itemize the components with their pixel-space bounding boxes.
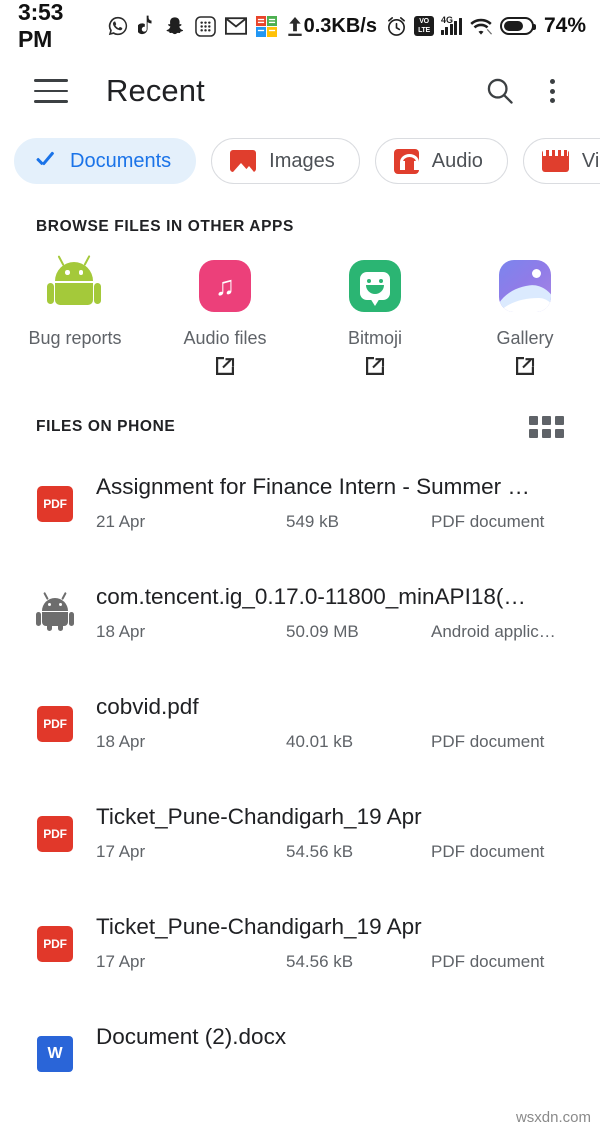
external-link-icon xyxy=(514,355,536,382)
file-badge-label: PDF xyxy=(37,486,73,522)
file-badge-label: PDF xyxy=(37,926,73,962)
volte-icon: VO LTE xyxy=(413,16,434,36)
files-section-header: FILES ON PHONE xyxy=(0,382,600,438)
file-name: com.tencent.ig_0.17.0-11800_minAPI18(… xyxy=(96,584,526,609)
table-row[interactable]: PDF Ticket_Pune-Chandigarh_19 Apr 17 Apr… xyxy=(0,894,600,1004)
chip-label: Documents xyxy=(70,149,172,172)
pdf-file-icon: PDF xyxy=(36,912,74,962)
file-name: cobvid.pdf xyxy=(96,694,199,719)
phone-screen: 3:53 PM 0.3KB/s VO LTE 4G 74% Recent Doc… xyxy=(0,0,600,1133)
file-date: 17 Apr xyxy=(96,842,146,861)
battery-icon xyxy=(499,17,536,35)
file-date: 17 Apr xyxy=(96,952,146,971)
file-date: 18 Apr xyxy=(96,732,146,751)
files-section-title: FILES ON PHONE xyxy=(36,418,176,435)
filter-chip-images[interactable]: Images xyxy=(211,138,360,184)
external-link-icon xyxy=(214,355,236,382)
msoffice-icon xyxy=(255,15,277,37)
file-type: Android applic… xyxy=(431,622,556,641)
app-shortcut-label: Bug reports xyxy=(28,328,122,348)
gmail-icon xyxy=(224,17,247,35)
network-speed-label: 0.3KB/s xyxy=(303,14,377,37)
chip-label: Audio xyxy=(431,149,483,172)
watermark: wsxdn.com xyxy=(512,1108,594,1127)
file-date: 21 Apr xyxy=(96,512,146,531)
gallery-photo-icon xyxy=(499,260,551,312)
file-type: PDF document xyxy=(431,732,545,751)
filter-chip-documents[interactable]: Documents xyxy=(14,138,197,184)
table-row[interactable]: PDF cobvid.pdf 18 Apr 40.01 kB PDF docum… xyxy=(0,674,600,784)
file-list: PDF Assignment for Finance Intern - Summ… xyxy=(0,454,600,1114)
status-bar: 3:53 PM 0.3KB/s VO LTE 4G 74% xyxy=(0,0,600,52)
search-icon xyxy=(487,78,513,104)
app-bar: Recent xyxy=(0,52,600,130)
pdf-file-icon: PDF xyxy=(36,472,74,522)
file-type: PDF document xyxy=(431,952,545,971)
file-name: Ticket_Pune-Chandigarh_19 Apr xyxy=(96,804,422,829)
filter-chip-audio[interactable]: Audio xyxy=(374,138,508,184)
keypad-icon xyxy=(194,15,216,37)
alarm-icon xyxy=(388,16,405,36)
file-type: PDF document xyxy=(431,512,545,531)
overflow-menu-button[interactable] xyxy=(526,65,578,117)
file-size: 40.01 kB xyxy=(286,732,354,751)
image-icon xyxy=(230,150,257,172)
android-robot-icon xyxy=(47,255,101,312)
file-name: Assignment for Finance Intern - Summer … xyxy=(96,474,530,499)
tiktok-icon xyxy=(137,15,152,35)
chip-label: Vi xyxy=(581,149,600,172)
word-file-icon: W xyxy=(36,1022,74,1072)
table-row[interactable]: W Document (2).docx xyxy=(0,1004,600,1114)
table-row[interactable]: PDF Assignment for Finance Intern - Summ… xyxy=(0,454,600,564)
browse-apps-section-title: BROWSE FILES IN OTHER APPS xyxy=(36,218,294,235)
status-bar-system-icons: 0.3KB/s VO LTE 4G 74% xyxy=(304,14,586,38)
pdf-file-icon: PDF xyxy=(36,692,74,742)
battery-percent-label: 74% xyxy=(543,14,586,37)
wifi-icon xyxy=(470,18,492,35)
file-badge-label: PDF xyxy=(37,706,73,742)
filter-chip-row[interactable]: Documents Images Audio Vi xyxy=(0,130,600,184)
page-title: Recent xyxy=(106,73,205,108)
search-button[interactable] xyxy=(474,65,526,117)
whatsapp-icon xyxy=(108,16,127,36)
video-clapper-icon xyxy=(541,150,569,172)
headphones-icon xyxy=(393,148,419,174)
file-date: 18 Apr xyxy=(96,622,146,641)
file-type: PDF document xyxy=(431,842,545,861)
snapchat-icon xyxy=(166,16,183,34)
bitmoji-face-icon xyxy=(349,260,401,312)
file-badge-label: PDF xyxy=(37,816,73,852)
file-name: Document (2).docx xyxy=(96,1024,287,1049)
external-link-icon xyxy=(364,355,386,382)
file-name: Ticket_Pune-Chandigarh_19 Apr xyxy=(96,914,422,939)
file-badge-label: W xyxy=(37,1036,73,1072)
chip-label: Images xyxy=(269,149,335,172)
pdf-file-icon: PDF xyxy=(36,802,74,852)
file-size: 54.56 kB xyxy=(286,842,354,861)
browse-apps-row: Bug reports ♫ Audio files Bitmoji Galler… xyxy=(0,236,600,382)
music-note-icon: ♫ xyxy=(199,260,251,312)
app-shortcut-bitmoji[interactable]: Bitmoji xyxy=(300,260,450,382)
hamburger-menu-icon[interactable] xyxy=(34,79,68,103)
upload-icon xyxy=(287,16,302,36)
status-bar-time: 3:53 PM xyxy=(18,0,64,52)
status-bar-notification-icons xyxy=(107,15,304,37)
app-shortcut-label: Audio files xyxy=(183,328,267,348)
more-vertical-icon xyxy=(549,79,555,103)
grid-view-icon[interactable] xyxy=(529,416,564,438)
app-shortcut-label: Gallery xyxy=(496,328,554,348)
filter-chip-video[interactable]: Vi xyxy=(522,138,600,184)
file-size: 50.09 MB xyxy=(286,622,359,641)
app-shortcut-gallery[interactable]: Gallery xyxy=(450,260,600,382)
app-shortcut-bug-reports[interactable]: Bug reports xyxy=(0,255,150,382)
file-size: 54.56 kB xyxy=(286,952,354,971)
table-row[interactable]: PDF Ticket_Pune-Chandigarh_19 Apr 17 Apr… xyxy=(0,784,600,894)
app-shortcut-label: Bitmoji xyxy=(347,328,402,348)
file-size: 549 kB xyxy=(286,512,339,531)
check-icon xyxy=(33,149,57,173)
table-row[interactable]: com.tencent.ig_0.17.0-11800_minAPI18(… 1… xyxy=(0,564,600,674)
apk-file-icon xyxy=(36,582,74,631)
signal-4g-icon: 4G xyxy=(440,15,462,35)
app-shortcut-audio-files[interactable]: ♫ Audio files xyxy=(150,260,300,382)
